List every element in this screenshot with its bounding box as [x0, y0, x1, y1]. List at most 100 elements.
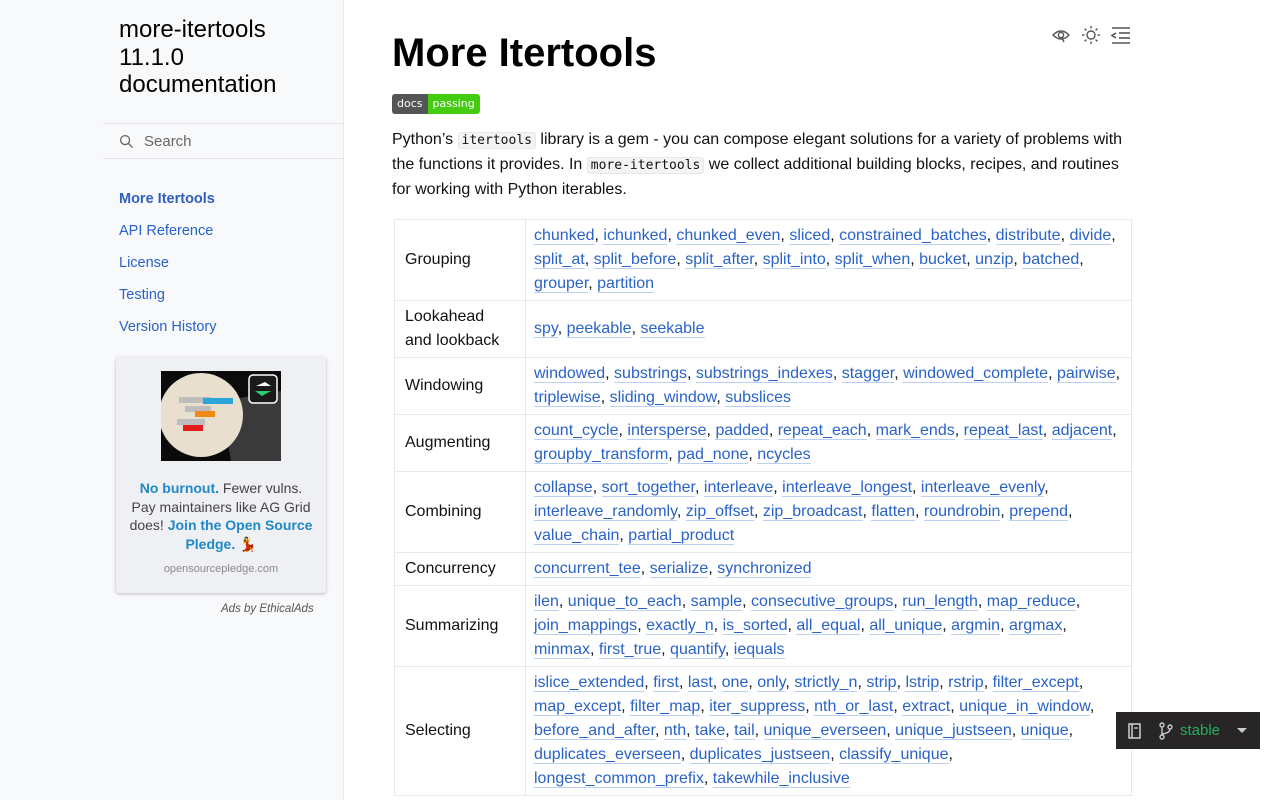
function-link[interactable]: is_sorted [722, 617, 788, 635]
function-link[interactable]: interleave_longest [782, 479, 913, 497]
sidebar-item-more-itertools[interactable]: More Itertools [119, 188, 217, 220]
function-link[interactable]: zip_broadcast [762, 503, 863, 521]
function-link[interactable]: padded [715, 422, 769, 440]
function-link[interactable]: iequals [733, 641, 785, 659]
function-link[interactable]: peekable [566, 320, 632, 338]
function-link[interactable]: last [687, 674, 713, 692]
function-link[interactable]: sliced [789, 227, 831, 245]
function-link[interactable]: spy [534, 320, 558, 338]
function-link[interactable]: unique_everseen [763, 722, 887, 740]
version-flyout[interactable]: stable [1116, 712, 1260, 749]
sidebar-item-label[interactable]: More Itertools [119, 191, 215, 207]
function-link[interactable]: longest_common_prefix [534, 770, 704, 788]
function-link[interactable]: quantify [670, 641, 725, 659]
function-link[interactable]: interleave_evenly [920, 479, 1045, 497]
function-link[interactable]: lstrip [905, 674, 940, 692]
function-link[interactable]: first [653, 674, 679, 692]
function-link[interactable]: minmax [534, 641, 591, 659]
ad-headline[interactable]: No burnout. [140, 480, 219, 496]
sidebar-item-version-history[interactable]: Version History [119, 316, 217, 348]
function-link[interactable]: nth_or_last [814, 698, 894, 716]
function-link[interactable]: split_at [534, 251, 585, 269]
function-link[interactable]: rstrip [948, 674, 984, 692]
function-link[interactable]: duplicates_everseen [534, 746, 681, 764]
function-link[interactable]: unzip [975, 251, 1014, 269]
sidebar-item-license[interactable]: License [119, 252, 217, 284]
sidebar-item-label[interactable]: Version History [119, 319, 217, 335]
ad-image[interactable] [161, 371, 281, 461]
function-link[interactable]: intersperse [627, 422, 707, 440]
function-link[interactable]: split_when [834, 251, 911, 269]
function-link[interactable]: value_chain [534, 527, 620, 545]
function-link[interactable]: repeat_each [777, 422, 867, 440]
function-link[interactable]: serialize [649, 560, 709, 578]
function-link[interactable]: nth [663, 722, 687, 740]
function-link[interactable]: tail [734, 722, 755, 740]
function-link[interactable]: strictly_n [794, 674, 858, 692]
ad-text[interactable]: No burnout. Fewer vulns. Pay maintainers… [126, 479, 316, 553]
sidebar-item-label[interactable]: Testing [119, 287, 165, 303]
function-link[interactable]: map_except [534, 698, 622, 716]
function-link[interactable]: sample [690, 593, 743, 611]
function-link[interactable]: all_equal [796, 617, 861, 635]
search-input[interactable] [144, 132, 324, 150]
function-link[interactable]: triplewise [534, 389, 601, 407]
function-link[interactable]: distribute [995, 227, 1061, 245]
function-link[interactable]: count_cycle [534, 422, 619, 440]
function-link[interactable]: argmin [951, 617, 1001, 635]
function-link[interactable]: filter_except [992, 674, 1079, 692]
function-link[interactable]: duplicates_justseen [689, 746, 831, 764]
function-link[interactable]: ilen [534, 593, 559, 611]
function-link[interactable]: chunked [534, 227, 595, 245]
function-link[interactable]: divide [1069, 227, 1112, 245]
function-link[interactable]: sort_together [601, 479, 695, 497]
chevron-down-icon[interactable] [1236, 727, 1248, 735]
sidebar-item-label[interactable]: API Reference [119, 223, 213, 239]
view-source-icon[interactable] [1050, 24, 1072, 46]
function-link[interactable]: synchronized [717, 560, 812, 578]
function-link[interactable]: ncycles [757, 446, 811, 464]
function-link[interactable]: map_reduce [986, 593, 1076, 611]
function-link[interactable]: interleave_randomly [534, 503, 677, 521]
function-link[interactable]: windowed_complete [903, 365, 1049, 383]
brand-title[interactable]: more-itertools 11.1.0 documentation [119, 16, 319, 99]
function-link[interactable]: consecutive_groups [751, 593, 894, 611]
toc-toggle-icon[interactable] [1110, 24, 1132, 46]
function-link[interactable]: before_and_after [534, 722, 655, 740]
function-link[interactable]: roundrobin [923, 503, 1001, 521]
function-link[interactable]: substrings_indexes [695, 365, 833, 383]
function-link[interactable]: repeat_last [963, 422, 1043, 440]
function-link[interactable]: ichunked [603, 227, 668, 245]
function-link[interactable]: classify_unique [839, 746, 949, 764]
function-link[interactable]: partial_product [628, 527, 735, 545]
function-link[interactable]: substrings [614, 365, 687, 383]
function-link[interactable]: split_after [685, 251, 754, 269]
ads-by-label[interactable]: Ads by EthicalAds [221, 603, 314, 615]
function-link[interactable]: only [757, 674, 786, 692]
function-link[interactable]: unique_to_each [567, 593, 682, 611]
function-link[interactable]: strip [866, 674, 897, 692]
function-link[interactable]: adjacent [1051, 422, 1113, 440]
function-link[interactable]: mark_ends [875, 422, 955, 440]
function-link[interactable]: all_unique [869, 617, 943, 635]
function-link[interactable]: prepend [1009, 503, 1068, 521]
function-link[interactable]: chunked_even [676, 227, 781, 245]
function-link[interactable]: extract [902, 698, 951, 716]
function-link[interactable]: sliding_window [609, 389, 717, 407]
function-link[interactable]: unique_in_window [959, 698, 1090, 716]
function-link[interactable]: split_before [593, 251, 677, 269]
function-link[interactable]: interleave [703, 479, 774, 497]
theme-toggle-icon[interactable] [1080, 24, 1102, 46]
function-link[interactable]: unique_justseen [895, 722, 1012, 740]
sidebar-item-api-reference[interactable]: API Reference [119, 220, 217, 252]
function-link[interactable]: pairwise [1056, 365, 1116, 383]
function-link[interactable]: split_into [762, 251, 826, 269]
function-link[interactable]: first_true [598, 641, 662, 659]
function-link[interactable]: stagger [841, 365, 895, 383]
function-link[interactable]: flatten [871, 503, 915, 521]
function-link[interactable]: argmax [1008, 617, 1063, 635]
function-link[interactable]: groupby_transform [534, 446, 669, 464]
function-link[interactable]: constrained_batches [839, 227, 987, 245]
function-link[interactable]: unique [1020, 722, 1069, 740]
function-link[interactable]: collapse [534, 479, 593, 497]
